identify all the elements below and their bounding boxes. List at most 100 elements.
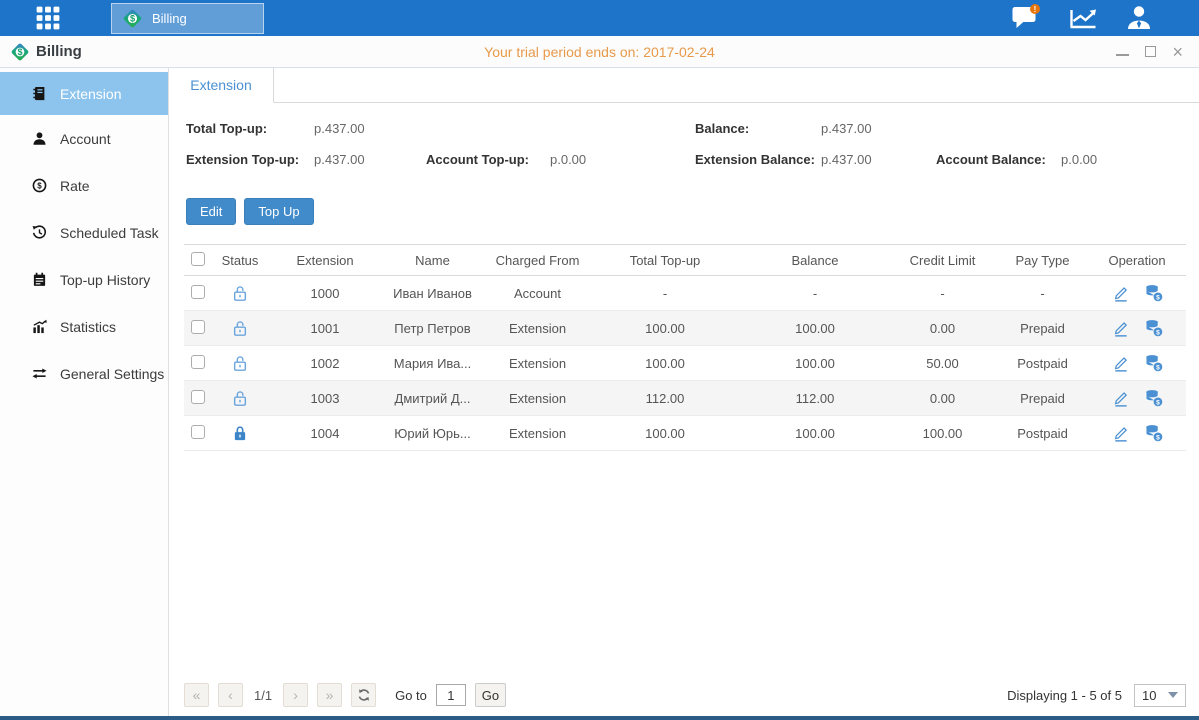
cell-pay-type: Postpaid [995, 356, 1090, 371]
top-up-coins-icon[interactable]: $ [1144, 424, 1163, 442]
cell-extension: 1004 [270, 426, 380, 441]
sidebar-item-extension[interactable]: Extension [0, 72, 168, 115]
messages-icon[interactable]: ! [1011, 4, 1042, 32]
page-size-select[interactable]: 10 [1134, 684, 1186, 707]
total-topup-value: p.437.00 [314, 121, 365, 136]
edit-pencil-icon[interactable] [1112, 355, 1129, 372]
displaying-range-text: Displaying 1 - 5 of 5 [1007, 688, 1122, 703]
edit-pencil-icon[interactable] [1112, 285, 1129, 302]
extension-table: Status Extension Name Charged From Total… [184, 244, 1186, 451]
sidebar-item-label: Scheduled Task [60, 225, 159, 241]
svg-text:$: $ [130, 14, 135, 24]
goto-label: Go to [395, 688, 427, 703]
cell-balance: 100.00 [740, 321, 890, 336]
top-up-coins-icon[interactable]: $ [1144, 354, 1163, 372]
edit-pencil-icon[interactable] [1112, 320, 1129, 337]
cell-name: Иван Иванов [380, 286, 485, 301]
row-checkbox[interactable] [191, 355, 205, 369]
rate-dollar-icon: $ [31, 178, 47, 193]
account-balance-label: Account Balance: [936, 152, 1046, 167]
cell-total-topup: 100.00 [590, 356, 740, 371]
page-indicator: 1/1 [254, 688, 272, 703]
sidebar-item-scheduled-task[interactable]: Scheduled Task [0, 209, 168, 256]
edit-pencil-icon[interactable] [1112, 390, 1129, 407]
row-checkbox[interactable] [191, 425, 205, 439]
cell-name: Петр Петров [380, 321, 485, 336]
cell-name: Дмитрий Д... [380, 391, 485, 406]
user-account-icon[interactable] [1125, 4, 1153, 32]
cell-balance: 112.00 [740, 391, 890, 406]
edit-pencil-icon[interactable] [1112, 425, 1129, 442]
prev-page-button[interactable]: ‹ [218, 683, 243, 707]
billing-app-tab[interactable]: $ Billing [111, 3, 264, 34]
next-page-button[interactable]: › [283, 683, 308, 707]
cell-extension: 1000 [270, 286, 380, 301]
sidebar-item-label: General Settings [60, 366, 164, 382]
status-lock-icon[interactable] [210, 354, 270, 371]
refresh-button[interactable] [351, 683, 376, 707]
row-checkbox[interactable] [191, 285, 205, 299]
cell-credit-limit: - [890, 286, 995, 301]
trial-period-notice: Your trial period ends on: 2017-02-24 [0, 44, 1199, 60]
billing-app-tab-label: Billing [152, 11, 187, 26]
account-topup-value: p.0.00 [550, 152, 586, 167]
top-up-coins-icon[interactable]: $ [1144, 284, 1163, 302]
main-content: Extension Total Top-up: p.437.00 Balance… [169, 68, 1199, 716]
goto-page-input[interactable] [436, 684, 466, 706]
statistics-bars-icon [31, 319, 47, 334]
cell-name: Юрий Юрь... [380, 426, 485, 441]
table-header-row: Status Extension Name Charged From Total… [184, 244, 1186, 276]
table-row: 1000 Иван Иванов Account - - - - $ [184, 276, 1186, 311]
topup-history-ledger-icon [31, 272, 47, 287]
statistics-chart-icon[interactable] [1068, 5, 1099, 31]
cell-charged-from: Account [485, 286, 590, 301]
window-minimize-button[interactable] [1116, 48, 1129, 56]
select-all-checkbox[interactable] [191, 252, 205, 266]
cell-credit-limit: 50.00 [890, 356, 995, 371]
balance-label: Balance: [695, 121, 749, 136]
edit-button[interactable]: Edit [186, 198, 236, 225]
sidebar-item-rate[interactable]: $ Rate [0, 162, 168, 209]
table-row: 1003 Дмитрий Д... Extension 112.00 112.0… [184, 381, 1186, 416]
top-up-coins-icon[interactable]: $ [1144, 319, 1163, 337]
window-close-button[interactable]: × [1172, 46, 1183, 58]
sidebar-item-topup-history[interactable]: Top-up History [0, 256, 168, 303]
status-lock-icon[interactable] [210, 284, 270, 301]
cell-pay-type: Postpaid [995, 426, 1090, 441]
account-person-icon [31, 131, 47, 146]
status-lock-icon[interactable] [210, 389, 270, 406]
row-checkbox[interactable] [191, 390, 205, 404]
row-checkbox[interactable] [191, 320, 205, 334]
cell-pay-type: Prepaid [995, 391, 1090, 406]
cell-balance: 100.00 [740, 426, 890, 441]
header-credit-limit: Credit Limit [890, 253, 995, 268]
header-operation: Operation [1090, 253, 1184, 268]
extension-balance-label: Extension Balance: [695, 152, 815, 167]
sidebar-item-statistics[interactable]: Statistics [0, 303, 168, 350]
go-button[interactable]: Go [475, 683, 506, 707]
cell-credit-limit: 0.00 [890, 321, 995, 336]
last-page-button[interactable]: » [317, 683, 342, 707]
cell-extension: 1001 [270, 321, 380, 336]
billing-summary: Total Top-up: p.437.00 Balance: p.437.00… [186, 103, 1199, 195]
status-lock-icon[interactable] [210, 424, 270, 441]
cell-extension: 1003 [270, 391, 380, 406]
window-maximize-button[interactable] [1145, 46, 1156, 57]
sidebar-item-label: Statistics [60, 319, 116, 335]
status-lock-icon[interactable] [210, 319, 270, 336]
table-row: 1002 Мария Ива... Extension 100.00 100.0… [184, 346, 1186, 381]
extension-topup-label: Extension Top-up: [186, 152, 299, 167]
sidebar-item-account[interactable]: Account [0, 115, 168, 162]
general-settings-sliders-icon [31, 366, 47, 381]
top-up-button[interactable]: Top Up [244, 198, 313, 225]
top-app-bar: $ Billing ! [0, 0, 1199, 36]
scheduled-task-clock-icon [31, 225, 47, 240]
app-launcher-grid-icon[interactable] [33, 5, 63, 31]
first-page-button[interactable]: « [184, 683, 209, 707]
table-row: 1004 Юрий Юрь... Extension 100.00 100.00… [184, 416, 1186, 451]
billing-diamond-icon: $ [122, 8, 143, 29]
top-up-coins-icon[interactable]: $ [1144, 389, 1163, 407]
tab-extension[interactable]: Extension [169, 68, 274, 103]
cell-balance: - [740, 286, 890, 301]
sidebar-item-general-settings[interactable]: General Settings [0, 350, 168, 397]
